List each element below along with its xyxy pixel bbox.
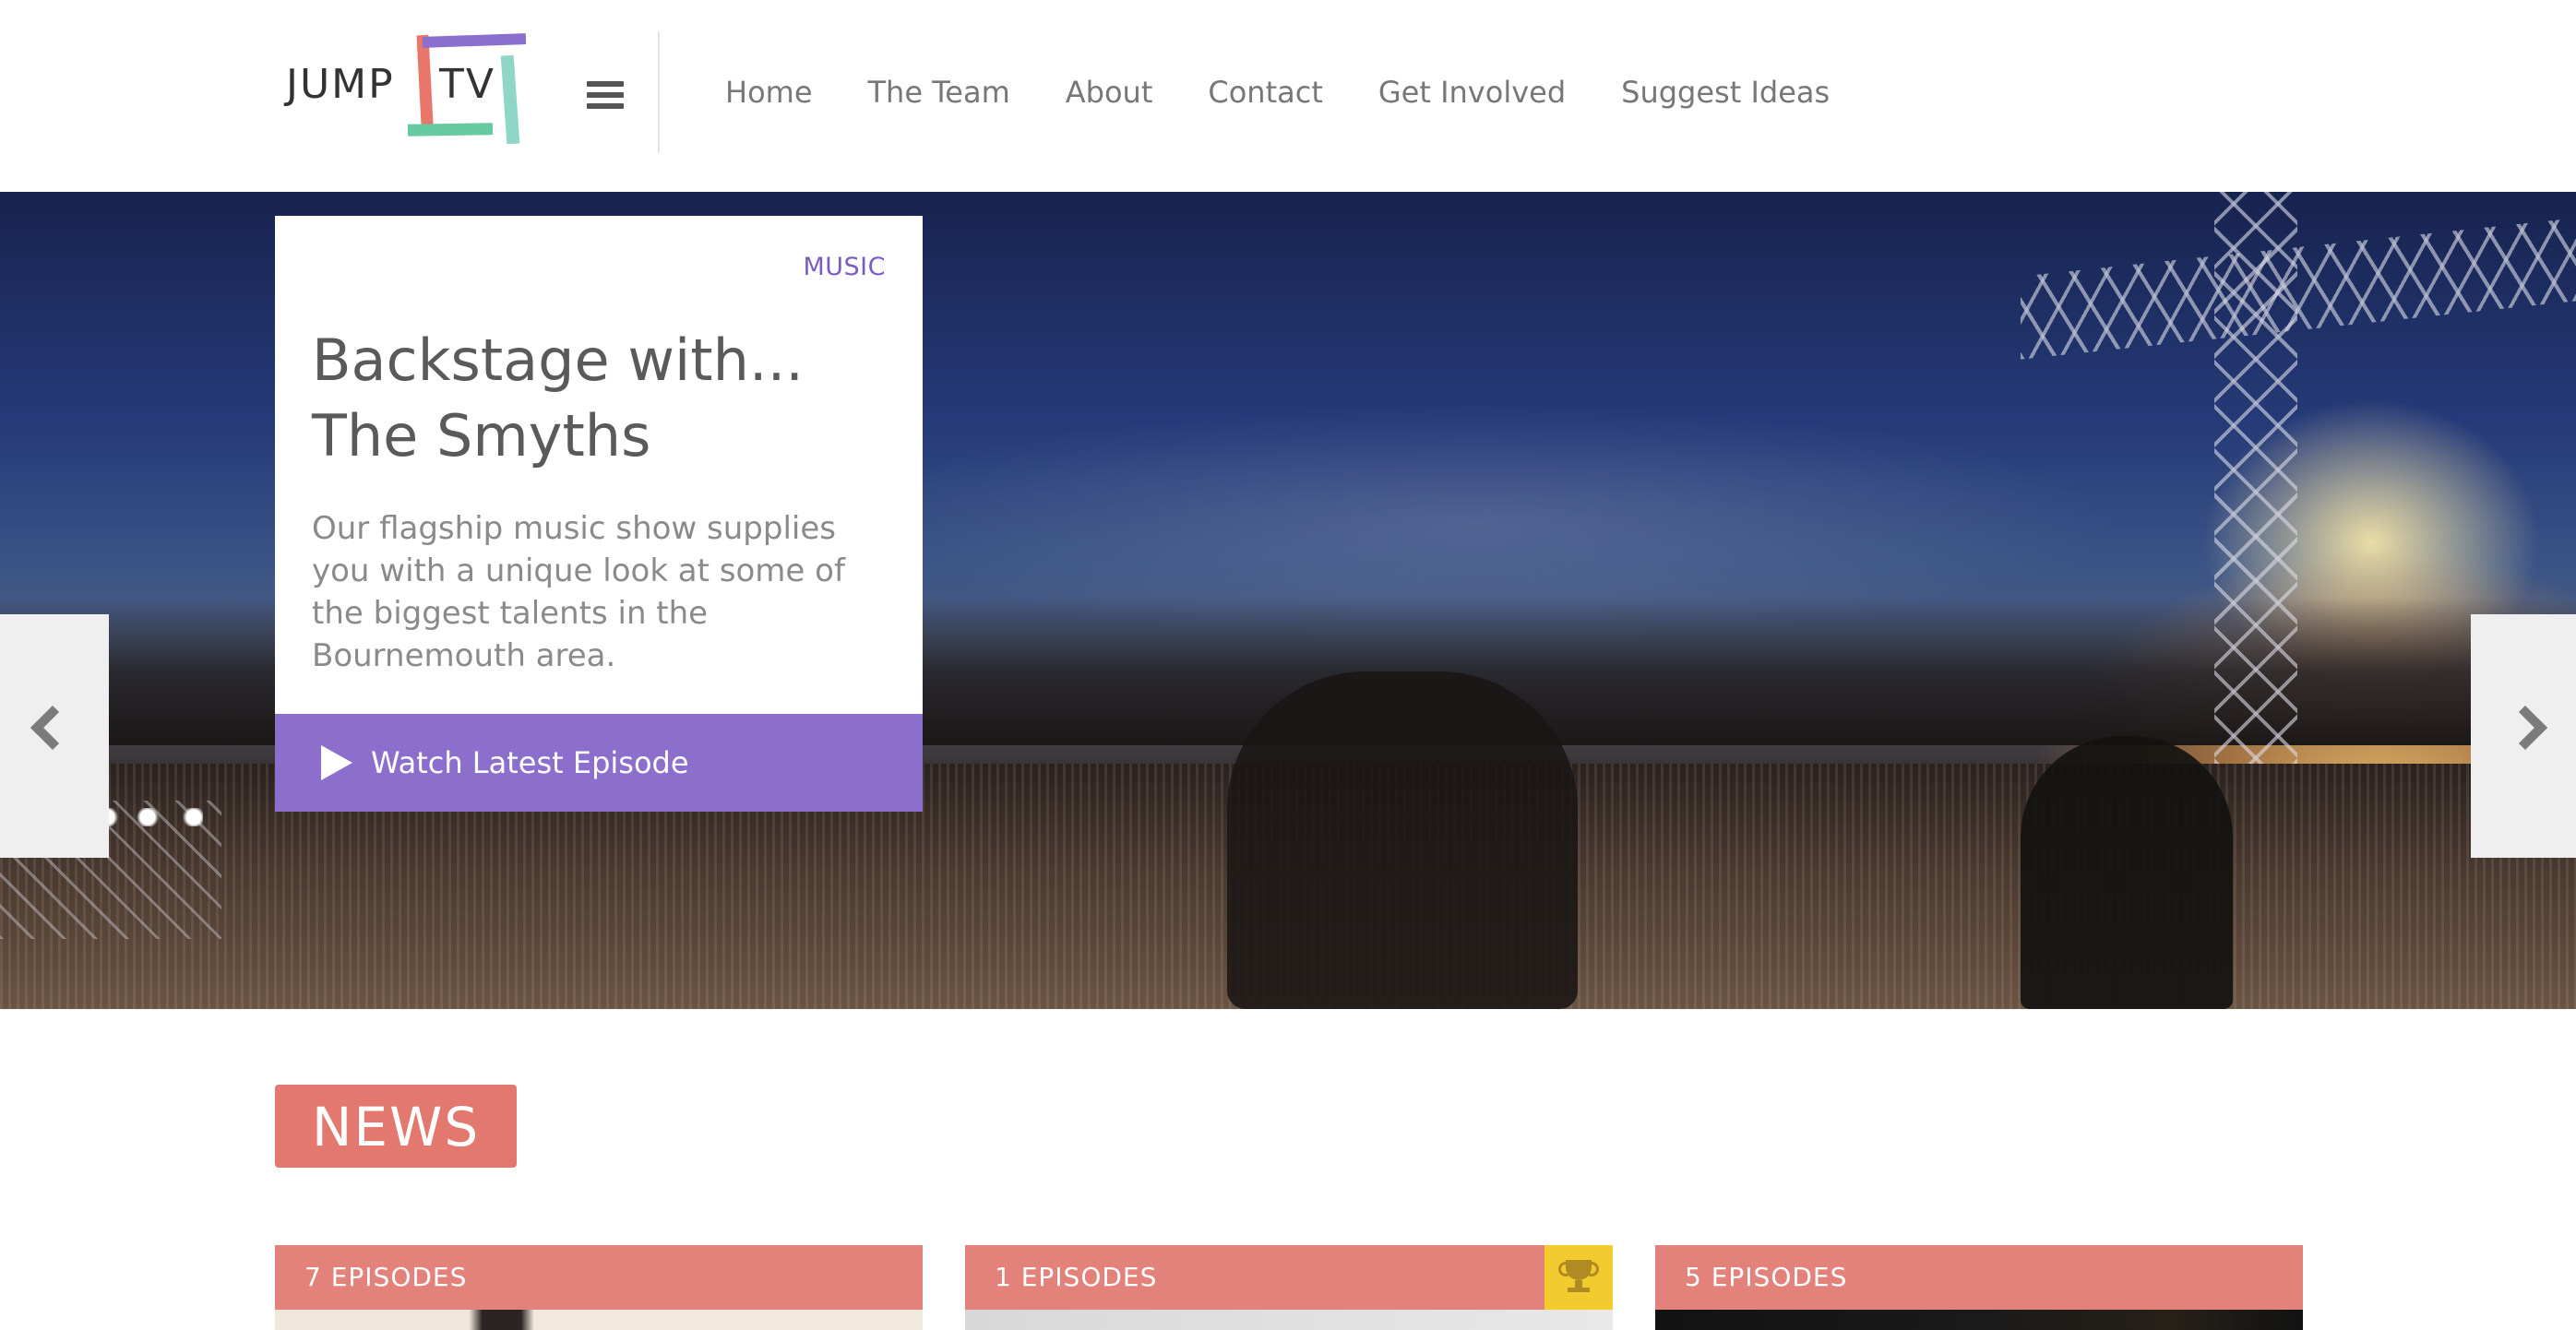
episode-thumbnail[interactable] — [965, 1310, 1613, 1330]
trophy-icon — [1544, 1245, 1613, 1310]
show-title-line-1: Backstage with... — [312, 327, 804, 394]
nav-home[interactable]: Home — [725, 70, 813, 114]
featured-show-card: MUSIC Backstage with... The Smyths Our f… — [275, 216, 923, 812]
episode-count: 7 EPISODES — [304, 1262, 468, 1292]
watch-latest-episode-label: Watch Latest Episode — [371, 745, 689, 780]
episode-tile[interactable]: 1 EPISODES — [965, 1245, 1613, 1330]
episode-count: 5 EPISODES — [1685, 1262, 1848, 1292]
logo-bar-orange — [416, 34, 434, 126]
episode-tile[interactable]: 5 EPISODES — [1655, 1245, 2303, 1330]
nav-about[interactable]: About — [1066, 70, 1153, 114]
episode-thumbnail[interactable] — [275, 1310, 923, 1330]
slider-next-button[interactable] — [2471, 614, 2576, 858]
show-title-line-2: The Smyths — [312, 402, 651, 469]
main-nav: Home The Team About Contact Get Involved… — [725, 70, 1885, 114]
nav-suggest-ideas[interactable]: Suggest Ideas — [1621, 70, 1830, 114]
chevron-right-icon — [2502, 705, 2548, 751]
logo-text-jump: JUMP — [286, 61, 395, 108]
episode-count: 1 EPISODES — [995, 1262, 1158, 1292]
news-heading: NEWS — [275, 1085, 517, 1168]
site-header: JUMP TV Home The Team About Contact Get … — [0, 0, 2576, 192]
nav-contact[interactable]: Contact — [1208, 70, 1323, 114]
hero-performer-singer — [2021, 736, 2233, 1009]
episode-tile-header[interactable]: 1 EPISODES — [965, 1245, 1613, 1310]
nav-the-team[interactable]: The Team — [868, 70, 1010, 114]
show-title: Backstage with... The Smyths — [312, 323, 884, 474]
logo-text-tv: TV — [439, 61, 495, 108]
news-heading-label: NEWS — [312, 1096, 481, 1158]
hamburger-icon[interactable] — [587, 81, 624, 113]
episode-tile-header[interactable]: 5 EPISODES — [1655, 1245, 2303, 1310]
logo-bar-green — [407, 123, 494, 137]
show-description: Our flagship music show supplies you wit… — [312, 510, 845, 674]
hero-performer-guitarist — [1227, 671, 1578, 1009]
episode-tile[interactable]: 7 EPISODES — [275, 1245, 923, 1330]
jump-tv-logo[interactable]: JUMP TV — [282, 28, 531, 148]
header-divider — [658, 31, 660, 153]
slider-prev-button[interactable] — [0, 614, 109, 858]
episode-thumbnail[interactable] — [1655, 1310, 2303, 1330]
episode-tile-header[interactable]: 7 EPISODES — [275, 1245, 923, 1310]
nav-get-involved[interactable]: Get Involved — [1378, 70, 1566, 114]
logo-bar-teal — [500, 54, 520, 145]
play-icon — [321, 745, 352, 780]
chevron-left-icon — [30, 705, 76, 751]
logo-bar-purple — [422, 33, 527, 48]
category-label[interactable]: MUSIC — [803, 253, 886, 281]
watch-latest-episode-button[interactable]: Watch Latest Episode — [275, 714, 923, 812]
